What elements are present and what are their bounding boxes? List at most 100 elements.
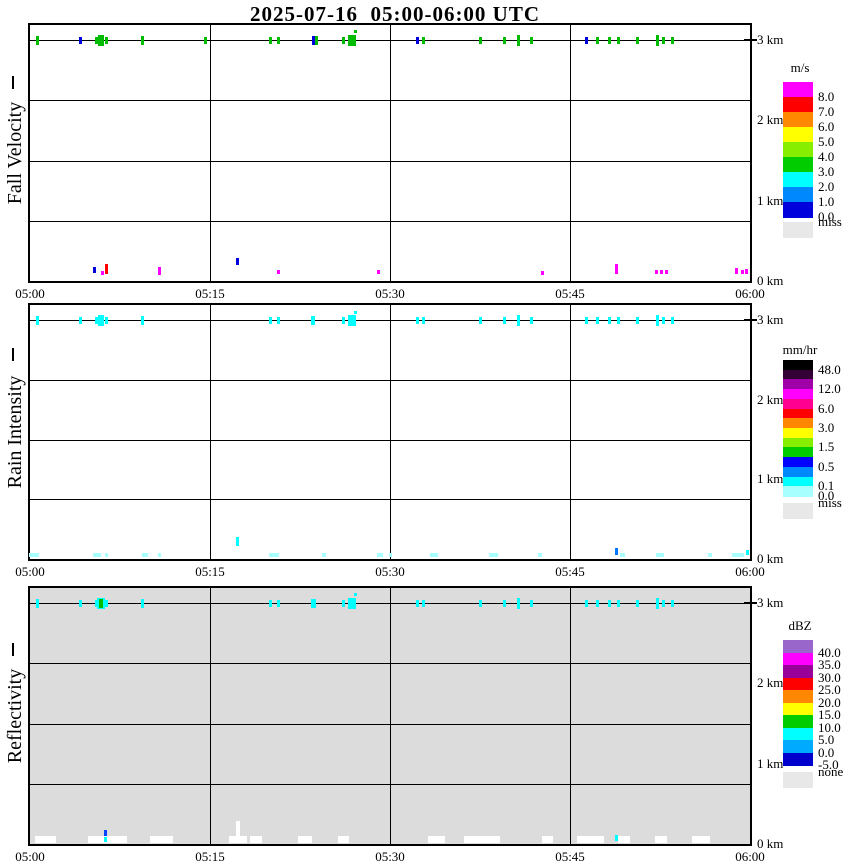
legend-band: [783, 447, 813, 458]
data-mark: [236, 258, 240, 266]
data-mark: [656, 34, 660, 46]
data-mark: [662, 36, 666, 44]
data-mark: [315, 35, 319, 45]
data-mark: [347, 314, 356, 326]
data-mark: [141, 35, 145, 45]
legend-value-label: 0.0: [818, 209, 835, 224]
data-mark: [615, 548, 619, 556]
gridline-vertical: [570, 25, 571, 281]
data-mark: [616, 599, 620, 607]
legend-band: [783, 476, 813, 487]
data-mark: [530, 316, 534, 324]
legend-band: [783, 652, 813, 666]
ylabel-tick-artifact: [12, 348, 14, 361]
data-mark: [276, 599, 280, 607]
time-label: 05:30: [375, 849, 405, 864]
data-mark: [662, 316, 666, 324]
data-mark: [608, 36, 612, 44]
data-mark: [276, 36, 280, 44]
data-mark: [388, 553, 392, 558]
data-mark: [341, 316, 345, 324]
data-mark: [662, 599, 666, 607]
legend-value-label: 12.0: [818, 381, 841, 397]
data-mark: [78, 599, 82, 607]
gridline-horizontal: [30, 440, 750, 441]
data-mark: [656, 597, 660, 609]
data-mark: [341, 599, 345, 607]
legend-band: [783, 418, 813, 429]
ylabel-tick-artifact: [12, 76, 14, 89]
missing-data-gap: [297, 836, 312, 843]
data-mark: [585, 599, 589, 607]
time-label: 05:30: [375, 286, 405, 301]
data-mark: [276, 316, 280, 324]
data-mark: [615, 263, 619, 274]
time-label: 05:15: [195, 286, 225, 301]
legend-units-ms: m/s: [790, 60, 810, 75]
legend-value-label: 0.5: [818, 458, 835, 474]
missing-data-gap: [692, 836, 711, 843]
legend-value-label: 3.0: [818, 420, 835, 436]
time-label: 05:00: [15, 564, 45, 579]
height-label: 2 km: [757, 391, 784, 407]
data-mark: [478, 316, 482, 324]
time-label: 05:15: [195, 564, 225, 579]
data-mark: [596, 36, 600, 44]
gridline-horizontal: [30, 221, 750, 222]
legend-band: [783, 640, 813, 653]
data-mark: [93, 266, 97, 273]
legend-band: [783, 677, 813, 691]
data-mark: [502, 36, 506, 44]
legend-band: [783, 437, 813, 448]
ylabel-reflectivity: Reflectivity: [4, 668, 26, 764]
gridline-horizontal: [30, 499, 750, 500]
data-mark: [35, 315, 39, 325]
data-mark: [615, 835, 619, 842]
gridline-vertical: [390, 305, 391, 559]
data-mark: [616, 36, 620, 44]
data-mark: [105, 316, 109, 324]
legend-value-label: 5.0: [818, 134, 835, 149]
legend-band: [783, 715, 813, 728]
data-mark: [656, 314, 660, 326]
data-mark: [488, 553, 498, 558]
data-mark: [416, 316, 420, 324]
data-mark: [708, 553, 713, 558]
legend-value-label: 48.0: [818, 361, 841, 377]
data-mark: [353, 593, 357, 597]
data-mark: [516, 314, 520, 326]
gridline-3km: [30, 320, 750, 321]
legend-units-dbz: dBZ: [788, 618, 812, 633]
data-mark: [664, 270, 668, 275]
data-mark: [93, 553, 102, 558]
time-label: 05:00: [15, 286, 45, 301]
legend-band: [783, 665, 813, 678]
legend-band: [783, 727, 813, 741]
data-mark: [516, 597, 520, 609]
legend-band: [783, 172, 813, 188]
data-mark: [608, 599, 612, 607]
gridline-horizontal: [30, 724, 750, 725]
data-mark: [540, 270, 544, 275]
legend-band: [783, 408, 813, 419]
data-mark: [97, 314, 104, 326]
data-mark: [376, 270, 380, 275]
data-mark: [236, 536, 240, 546]
legend-band: [783, 486, 813, 497]
time-label: 05:00: [15, 849, 45, 864]
legend-band: [783, 740, 813, 753]
data-mark: [478, 36, 482, 44]
legend-band: [783, 187, 813, 203]
data-mark: [635, 599, 639, 607]
data-mark: [276, 270, 280, 275]
legend-band: [783, 690, 813, 703]
data-mark: [596, 599, 600, 607]
data-mark: [235, 821, 240, 840]
data-mark: [635, 36, 639, 44]
height-label: 3 km: [757, 32, 784, 47]
data-mark: [311, 35, 315, 45]
data-mark: [98, 598, 103, 608]
data-mark: [416, 36, 420, 44]
data-mark: [158, 553, 162, 558]
axis-tick-3km: [744, 319, 757, 321]
